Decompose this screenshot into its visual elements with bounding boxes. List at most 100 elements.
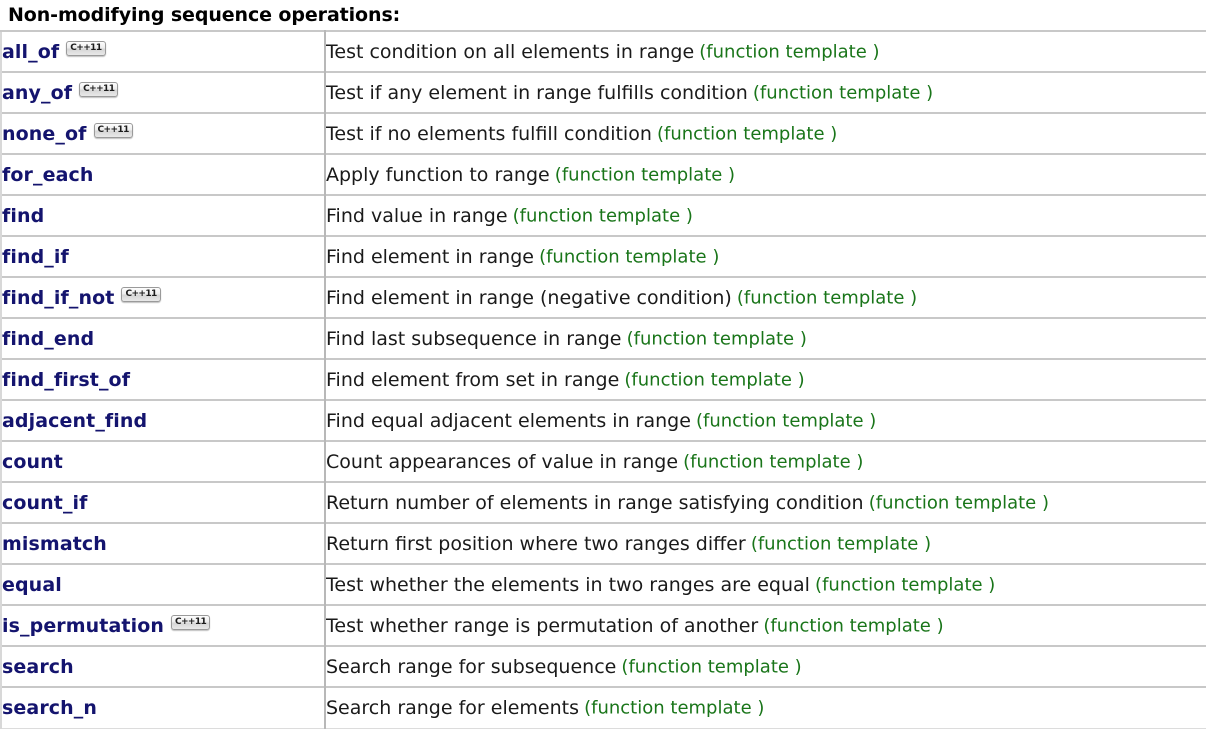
table-row: search Search range for subsequence (func… [0,645,1206,688]
table-row: equal Test whether the elements in two ra… [0,563,1206,606]
description-text: Count appearances of value in range [326,450,679,473]
description-text: Find element in range [326,245,534,268]
description-text: Test if any element in range fulfills co… [326,81,748,104]
function-link-find_first_of[interactable]: find_first_of [3,369,130,391]
description-text: Find equal adjacent elements in range [326,409,691,432]
function-name-cell: find_end [0,317,326,360]
description-cell: Test whether range is permutation of ano… [325,604,1206,647]
table-row: adjacent_find Find equal adjacent element… [0,399,1206,442]
description-text: Find element from set in range [326,368,620,391]
description-cell: Find equal adjacent elements in range (f… [325,399,1206,442]
description-text: Return first position where two ranges d… [326,532,746,555]
cpp11-badge-icon: C++11 [170,615,211,630]
function-name-cell: count [0,440,326,483]
function-link-find_if[interactable]: find_if [3,246,69,268]
function-name-cell: search [0,645,326,688]
table-row: find_if_not C++11 Find element in range (n… [0,276,1206,319]
function-link-count_if[interactable]: count_if [3,492,88,514]
description-cell: Find element from set in range (function… [325,358,1206,401]
non-modifying-sequence-operations-table: all_of C++11 Test condition on all element… [0,30,1206,729]
cpp11-badge-icon: C++11 [93,123,133,138]
function-link-search_n[interactable]: search_n [3,697,97,719]
entity-kind-label: (function template ) [699,41,880,62]
function-link-any_of[interactable]: any_of [3,82,72,104]
function-link-none_of[interactable]: none_of [3,123,87,145]
function-name-cell: find_first_of [0,358,326,401]
page-title-text: Non-modifying sequence operations [8,4,393,26]
function-name-cell: equal [0,563,326,606]
description-text: Apply function to range [326,163,550,186]
function-name-cell: find_if_not C++11 [0,276,326,319]
description-text: Test whether range is permutation of ano… [326,614,759,637]
function-name-cell: find_if [0,235,326,278]
table-row: search_n Search range for elements (funct… [0,686,1206,729]
description-text: Find element in range (negative conditio… [326,286,732,309]
entity-kind-label: (function template ) [584,697,765,719]
function-name-cell: count_if [0,481,326,524]
entity-kind-label: (function template ) [621,656,802,677]
function-link-is_permutation[interactable]: is_permutation [3,615,164,637]
function-link-all_of[interactable]: all_of [3,41,59,63]
entity-kind-label: (function template ) [554,164,736,185]
description-text: Return number of elements in range satis… [326,491,864,514]
page-title: Non-modifying sequence operations: [0,0,1206,27]
function-link-adjacent_find[interactable]: adjacent_find [3,410,147,432]
entity-kind-label: (function template ) [656,123,838,144]
function-name-cell: adjacent_find [0,399,326,442]
function-name-cell: find [0,194,326,237]
entity-kind-label: (function template ) [539,246,720,267]
cpp11-badge-icon: C++11 [66,41,106,56]
table-row: is_permutation C++11 Test whether range is… [0,604,1206,647]
function-name-cell: mismatch [0,522,326,565]
function-link-search[interactable]: search [3,656,74,678]
function-link-find_end[interactable]: find_end [3,328,94,350]
description-text: Find value in range [326,204,508,227]
description-cell: Apply function to range (function templa… [325,153,1206,196]
function-name-cell: all_of C++11 [0,30,326,73]
table-body: all_of C++11 Test condition on all element… [0,30,1206,729]
entity-kind-label: (function template ) [683,451,864,472]
cpp11-badge-icon: C++11 [79,82,119,97]
function-link-count[interactable]: count [3,451,63,473]
table-row: find_end Find last subsequence in range (… [0,317,1206,360]
description-cell: Return first position where two ranges d… [325,522,1206,565]
entity-kind-label: (function template ) [763,615,944,636]
description-cell: Test if no elements fulfill condition (f… [325,112,1206,155]
entity-kind-label: (function template ) [815,574,996,595]
description-cell: Search range for subsequence (function t… [325,645,1206,688]
description-text: Search range for subsequence [326,655,617,678]
function-link-mismatch[interactable]: mismatch [3,533,107,555]
description-cell: Find element in range (function template… [325,235,1206,278]
description-cell: Count appearances of value in range (fun… [325,440,1206,483]
function-link-find_if_not[interactable]: find_if_not [3,287,114,309]
description-cell: Search range for elements (function temp… [325,686,1206,729]
entity-kind-label: (function template ) [626,328,807,349]
table-row: none_of C++11 Test if no elements fulfill … [0,112,1206,155]
table-row: find_first_of Find element from set in ra… [0,358,1206,401]
description-cell: Test whether the elements in two ranges … [325,563,1206,606]
table-row: for_each Apply function to range (functio… [0,153,1206,196]
entity-kind-label: (function template ) [736,287,918,308]
description-cell: Find value in range (function template ) [325,194,1206,237]
table-row: count Count appearances of value in range… [0,440,1206,483]
description-cell: Find element in range (negative conditio… [325,276,1206,319]
description-text: Find last subsequence in range [326,327,622,350]
function-name-cell: none_of C++11 [0,112,326,155]
table-row: find_if Find element in range (function t… [0,235,1206,278]
table-row: all_of C++11 Test condition on all element… [0,30,1206,73]
description-cell: Test if any element in range fulfills co… [325,71,1206,114]
description-text: Search range for elements [326,696,580,719]
table-row: find Find value in range (function templa… [0,194,1206,237]
function-link-for_each[interactable]: for_each [3,164,94,186]
function-name-cell: is_permutation C++11 [0,604,326,647]
cpp11-badge-icon: C++11 [121,287,161,302]
function-link-equal[interactable]: equal [3,574,62,596]
table-row: count_if Return number of elements in ran… [0,481,1206,524]
description-text: Test if no elements fulfill condition [326,122,652,145]
table-row: any_of C++11 Test if any element in range … [0,71,1206,114]
function-link-find[interactable]: find [3,205,44,227]
function-name-cell: search_n [0,686,326,729]
entity-kind-label: (function template ) [624,369,805,390]
page-title-colon: : [392,4,401,26]
function-name-cell: for_each [0,153,326,196]
